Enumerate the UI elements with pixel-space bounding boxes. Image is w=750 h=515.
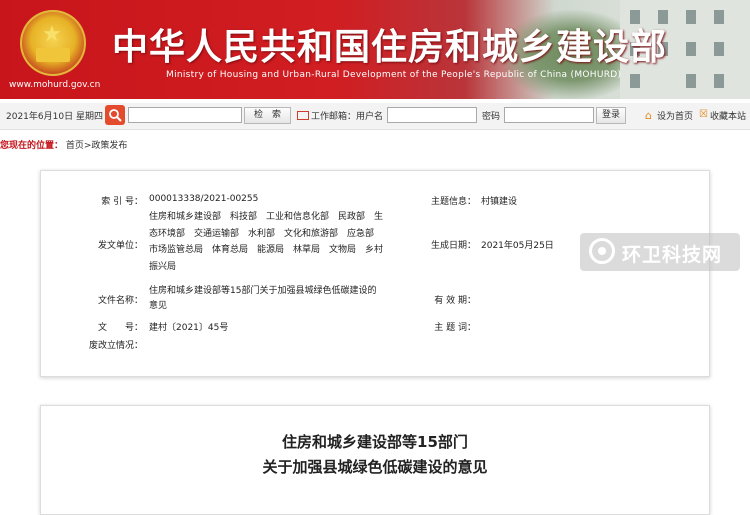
location-label: 您现在的位置： [0,141,64,151]
site-subtitle: Ministry of Housing and Urban-Rural Deve… [166,70,622,80]
article-title-line1: 住房和城乡建设部等15部门 [282,433,468,451]
login-button[interactable]: 登录 [596,107,626,124]
index-label: 索 引 号： [101,197,143,207]
mail-label: 工作邮箱：用户名 [311,112,384,122]
topic-value: 村镇建设 [481,197,518,207]
add-favorite-link[interactable]: 收藏本站 [710,109,746,122]
revision-label: 废改立情况： [88,341,143,351]
search-button[interactable]: 检 索 [244,107,291,124]
validity-label: 有 效 期： [434,296,476,306]
search-icon[interactable] [105,105,125,125]
breadcrumb-path[interactable]: 首页>政策发布 [66,141,128,151]
site-banner: ★ www.mohurd.gov.cn 中华人民共和国住房和城乡建设部 Mini… [0,0,750,99]
docno-label: 文 号： [97,323,143,333]
search-input[interactable] [128,107,242,123]
site-title[interactable]: 中华人民共和国住房和城乡建设部 [112,18,667,70]
date-value: 2021年05月25日 [481,241,554,251]
keywords-label: 主 题 词： [434,323,476,333]
topic-label: 主题信息： [430,197,476,207]
home-icon: ⌂ [645,109,652,122]
set-homepage-link[interactable]: 设为首页 [657,109,693,122]
password-label: 密码 [482,112,501,122]
docname-label: 文件名称： [97,296,143,306]
article-title-line2: 关于加强县城绿色低碳建设的意见 [262,458,488,476]
watermark-text: 环卫科技网 [622,244,723,266]
watermark: 环卫科技网 [580,233,740,271]
document-info-panel: 索 引 号： 000013338/2021-00255 主题信息： 村镇建设 发… [40,170,710,377]
index-value: 000013338/2021-00255 [149,194,259,204]
article-panel: 住房和城乡建设部等15部门 关于加强县城绿色低碳建设的意见 [40,405,710,515]
docno-value: 建村〔2021〕45号 [149,323,229,333]
date-label: 生成日期： [430,241,476,251]
top-toolbar: 2021年6月10日 星期四 检 索 工作邮箱：用户名 密码 登录 ⌂ 设为首页… [0,103,750,130]
username-input[interactable] [387,107,477,123]
password-input[interactable] [504,107,594,123]
site-url: www.mohurd.gov.cn [9,80,101,90]
mail-icon [297,111,309,120]
current-date: 2021年6月10日 星期四 [6,112,103,122]
docname-value: 住房和城乡建设部等15部门关于加强县城绿色低碳建设的意见 [149,286,377,311]
national-emblem-icon[interactable]: ★ [20,10,86,76]
favorite-icon: ☒ [699,109,708,120]
issuer-label: 发文单位： [97,241,143,251]
breadcrumb: 您现在的位置： 首页>政策发布 [0,138,127,151]
watermark-logo-icon [589,238,615,264]
issuer-value: 住房和城乡建设部 科技部 工业和信息化部 民政部 生态环境部 交通运输部 水利部… [149,212,384,272]
